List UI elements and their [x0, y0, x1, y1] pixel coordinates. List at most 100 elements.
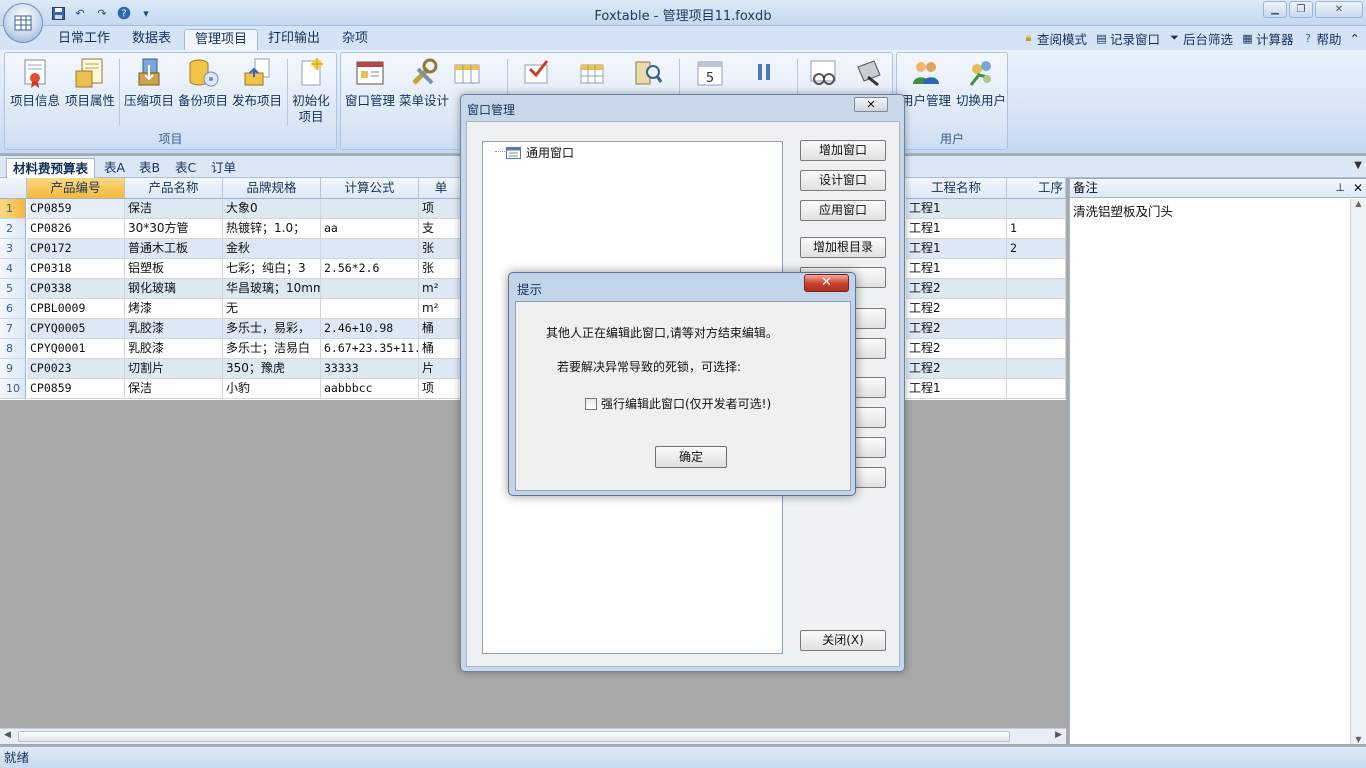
notes-scrollbar[interactable]: ▲ ▼	[1350, 199, 1366, 744]
cell-project[interactable]: 工程2	[906, 299, 1007, 319]
project-properties-button[interactable]: 项目属性	[62, 57, 118, 109]
sheet-tab-table-b[interactable]: 表B	[133, 158, 166, 178]
cell-formula[interactable]	[321, 279, 419, 299]
cell-code[interactable]: CP0338	[27, 279, 125, 299]
close-dialog-button[interactable]: 关闭(X)	[800, 630, 886, 651]
cell-unit[interactable]: 项	[419, 379, 464, 399]
tab-misc[interactable]: 杂项	[332, 29, 378, 50]
cell-name[interactable]: 烤漆	[125, 299, 223, 319]
cell-step[interactable]	[1007, 259, 1066, 279]
ok-button[interactable]: 确定	[655, 446, 727, 468]
tab-data-table[interactable]: 数据表	[122, 29, 181, 50]
ribbon-button-3[interactable]	[451, 57, 481, 93]
cell-code[interactable]: CP0859	[27, 199, 125, 219]
cell-project[interactable]: 工程2	[906, 339, 1007, 359]
cell-project[interactable]: 工程1	[906, 259, 1007, 279]
cell-code[interactable]: CPBL0009	[27, 299, 125, 319]
background-filter-button[interactable]: ⏷ 后台筛选	[1168, 29, 1233, 47]
row-header[interactable]: 8	[0, 339, 26, 359]
cell-step[interactable]	[1007, 279, 1066, 299]
collapse-ribbon-button[interactable]: ⌃	[1350, 29, 1360, 47]
cell-name[interactable]: 钢化玻璃	[125, 279, 223, 299]
cell-brand[interactable]: 大象0	[223, 199, 321, 219]
column-header-unit[interactable]: 单	[419, 178, 464, 199]
cell-brand[interactable]: 华昌玻璃；10mm	[223, 279, 321, 299]
cell-project[interactable]: 工程2	[906, 319, 1007, 339]
restore-button[interactable]: ❐	[1289, 1, 1313, 18]
cell-formula[interactable]: 6.67+23.35+11.	[321, 339, 419, 359]
undo-icon[interactable]: ↶	[72, 5, 88, 21]
save-icon[interactable]	[50, 5, 66, 21]
cell-unit[interactable]: 项	[419, 199, 464, 219]
ribbon-button-9[interactable]	[801, 57, 845, 93]
cell-project[interactable]: 工程1	[906, 219, 1007, 239]
tab-manage-project[interactable]: 管理项目	[184, 29, 259, 50]
cell-name[interactable]: 乳胶漆	[125, 319, 223, 339]
cell-project[interactable]: 工程2	[906, 359, 1007, 379]
ribbon-button-6[interactable]	[623, 57, 673, 93]
cell-step[interactable]	[1007, 339, 1066, 359]
cell-code[interactable]: CP0023	[27, 359, 125, 379]
help-icon[interactable]: ?	[116, 5, 132, 21]
cell-project[interactable]: 工程1	[906, 199, 1007, 219]
cell-name[interactable]: 切割片	[125, 359, 223, 379]
review-mode-button[interactable]: 🔒︎ 查阅模式	[1022, 29, 1087, 47]
cell-project[interactable]: 工程1	[906, 239, 1007, 259]
cell-step[interactable]	[1007, 359, 1066, 379]
cell-brand[interactable]: 金秋	[223, 239, 321, 259]
add-root-directory-button[interactable]: 增加根目录	[800, 237, 886, 258]
row-header[interactable]: 2	[0, 219, 26, 239]
cell-unit[interactable]: 桶	[419, 339, 464, 359]
record-window-button[interactable]: ▤ 记录窗口	[1095, 29, 1160, 47]
pin-icon[interactable]: ⊥	[1335, 179, 1345, 197]
cell-brand[interactable]: 热镀锌；1.0；	[223, 219, 321, 239]
row-header[interactable]: 10	[0, 379, 26, 399]
scroll-thumb[interactable]	[18, 731, 1010, 742]
row-header[interactable]: 4	[0, 259, 26, 279]
cell-code[interactable]: CP0318	[27, 259, 125, 279]
ribbon-button-8[interactable]	[739, 57, 789, 93]
add-window-button[interactable]: 增加窗口	[800, 140, 886, 161]
sheet-tab-table-a[interactable]: 表A	[98, 158, 131, 178]
notes-text[interactable]: 清洗铝塑板及门头	[1073, 201, 1173, 220]
cell-brand[interactable]: 多乐士，易彩，	[223, 319, 321, 339]
redo-icon[interactable]: ↷	[94, 5, 110, 21]
close-button[interactable]: ✕	[1315, 1, 1363, 18]
menu-design-button[interactable]: 菜单设计	[396, 57, 452, 109]
window-manage-button[interactable]: 窗口管理	[342, 57, 398, 109]
cell-brand[interactable]: 七彩；纯白；3	[223, 259, 321, 279]
cell-project[interactable]: 工程2	[906, 279, 1007, 299]
cell-formula[interactable]	[321, 199, 419, 219]
cell-formula[interactable]: 2.56*2.6	[321, 259, 419, 279]
cell-formula[interactable]: aabbbcc	[321, 379, 419, 399]
cell-unit[interactable]: 张	[419, 259, 464, 279]
ribbon-button-5[interactable]	[567, 57, 617, 93]
cell-code[interactable]: CPYQ0005	[27, 319, 125, 339]
help-button[interactable]: ? 帮助	[1302, 29, 1341, 47]
horizontal-scrollbar[interactable]: ◀ ▶	[0, 728, 1066, 744]
cell-formula[interactable]: 2.46+10.98	[321, 319, 419, 339]
cell-brand[interactable]: 多乐士；洁易白	[223, 339, 321, 359]
cell-formula[interactable]	[321, 239, 419, 259]
user-management-button[interactable]: 用户管理	[897, 57, 955, 109]
row-header[interactable]: 3	[0, 239, 26, 259]
scroll-left-icon[interactable]: ◀	[4, 730, 11, 740]
force-edit-checkbox[interactable]	[585, 397, 597, 410]
cell-unit[interactable]: m²	[419, 299, 464, 319]
cell-step[interactable]: 2	[1007, 239, 1066, 259]
sheet-tab-material-budget[interactable]: 材料费预算表	[6, 158, 96, 178]
cell-code[interactable]: CP0826	[27, 219, 125, 239]
cell-unit[interactable]: 桶	[419, 319, 464, 339]
minimize-button[interactable]: ▁	[1263, 1, 1287, 18]
cell-brand[interactable]: 小豹	[223, 379, 321, 399]
cell-formula[interactable]: 33333	[321, 359, 419, 379]
ribbon-button-4[interactable]	[511, 57, 561, 93]
column-header-brand[interactable]: 品牌规格	[223, 178, 321, 199]
cell-step[interactable]	[1007, 379, 1066, 399]
cell-unit[interactable]: m²	[419, 279, 464, 299]
qat-dropdown-icon[interactable]: ▾	[138, 5, 154, 21]
row-header[interactable]: 7	[0, 319, 26, 339]
scroll-down-icon[interactable]: ▼	[1351, 735, 1366, 744]
ribbon-button-10[interactable]	[843, 57, 893, 93]
select-all-corner[interactable]	[0, 178, 27, 199]
